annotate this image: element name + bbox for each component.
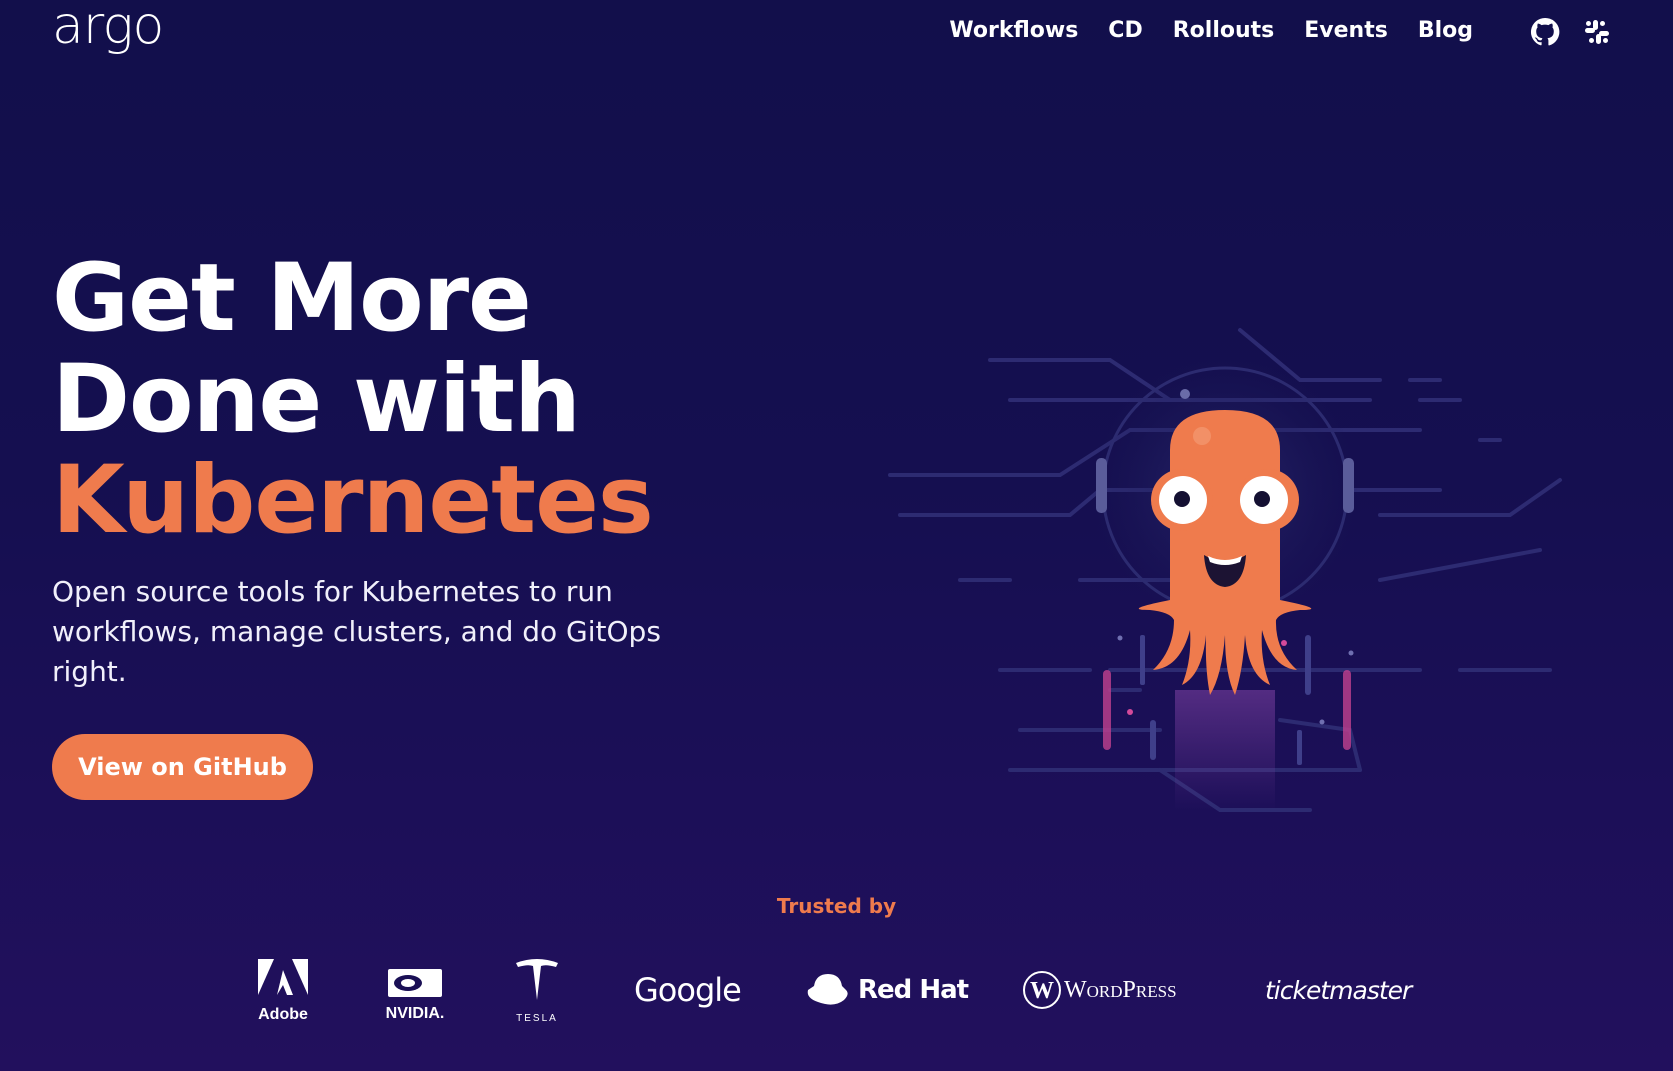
nav-workflows[interactable]: Workflows — [949, 18, 1078, 43]
wordpress-wordmark: WordPress — [1064, 976, 1177, 1003]
top-navigation: argo Workflows CD Rollouts Events Blog — [0, 0, 1673, 70]
social-icons — [1529, 16, 1613, 48]
adobe-logo: Adobe — [256, 955, 310, 1025]
tesla-icon: TESLA — [516, 959, 558, 1024]
trusted-logos: Adobe NVIDIA. TESLA Google Red Hat W Wor… — [250, 955, 1430, 1025]
svg-text:Adobe: Adobe — [258, 1006, 308, 1023]
nvidia-logo: NVIDIA. — [378, 955, 452, 1025]
wordpress-icon: W — [1023, 971, 1061, 1009]
trusted-by-label: Trusted by — [776, 894, 897, 918]
redhat-logo: Red Hat — [804, 955, 969, 1025]
svg-text:W: W — [1030, 978, 1054, 1004]
google-logo: Google — [634, 955, 742, 1025]
hero-subtitle: Open source tools for Kubernetes to run … — [52, 575, 661, 688]
hero-title-line2: Done with — [52, 345, 581, 454]
nav-events[interactable]: Events — [1304, 18, 1388, 43]
slack-icon[interactable] — [1581, 16, 1613, 48]
nav-rollouts[interactable]: Rollouts — [1173, 18, 1275, 43]
svg-text:NVIDIA.: NVIDIA. — [386, 1005, 445, 1022]
ticketmaster-wordmark: ticketmaster — [1265, 975, 1412, 1005]
hero-title-accent: Kubernetes — [52, 446, 654, 555]
argo-logo[interactable]: argo — [52, 0, 164, 56]
nav-cd[interactable]: CD — [1108, 18, 1142, 43]
google-wordmark: Google — [634, 971, 742, 1009]
hero-title: Get More Done with Kubernetes — [52, 244, 654, 555]
redhat-wordmark: Red Hat — [858, 975, 969, 1005]
redhat-icon — [807, 974, 848, 1005]
svg-text:TESLA: TESLA — [516, 1013, 558, 1024]
ticketmaster-logo: ticketmaster — [1265, 955, 1412, 1025]
adobe-icon: Adobe — [258, 959, 308, 1023]
main-nav: Workflows CD Rollouts Events Blog — [949, 18, 1473, 43]
view-on-github-button[interactable]: View on GitHub — [52, 734, 313, 800]
tesla-logo: TESLA — [512, 955, 562, 1025]
nav-blog[interactable]: Blog — [1418, 18, 1473, 43]
nvidia-icon: NVIDIA. — [386, 969, 445, 1022]
wordpress-logo: W WordPress — [1022, 955, 1177, 1025]
github-icon[interactable] — [1529, 16, 1561, 48]
hero-title-line1: Get More — [52, 244, 532, 353]
argo-mascot-illustration — [888, 328, 1562, 812]
